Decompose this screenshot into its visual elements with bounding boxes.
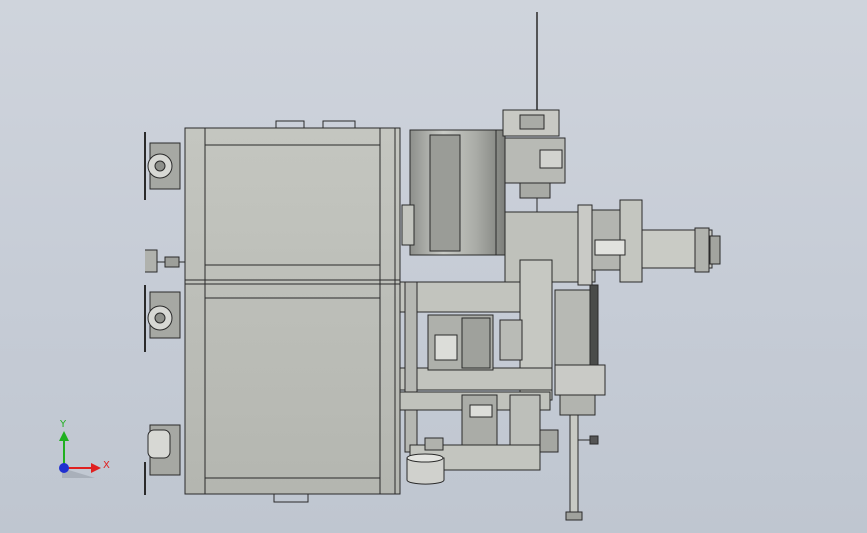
x-axis-label: X <box>103 460 110 471</box>
drum-roller <box>401 129 506 256</box>
cad-viewport[interactable]: Y X <box>0 0 867 533</box>
machine-assembly-model[interactable] <box>144 12 721 521</box>
main-cabinet <box>184 120 401 503</box>
coordinate-triad: Y X <box>59 419 110 478</box>
y-arrowhead-icon <box>59 431 69 441</box>
x-arrowhead-icon <box>91 463 101 473</box>
casters <box>144 132 181 495</box>
z-axis-dot-icon <box>59 463 69 473</box>
y-axis-label: Y <box>59 419 67 430</box>
leveling-feet <box>145 249 185 273</box>
upper-mechanism <box>502 12 566 215</box>
